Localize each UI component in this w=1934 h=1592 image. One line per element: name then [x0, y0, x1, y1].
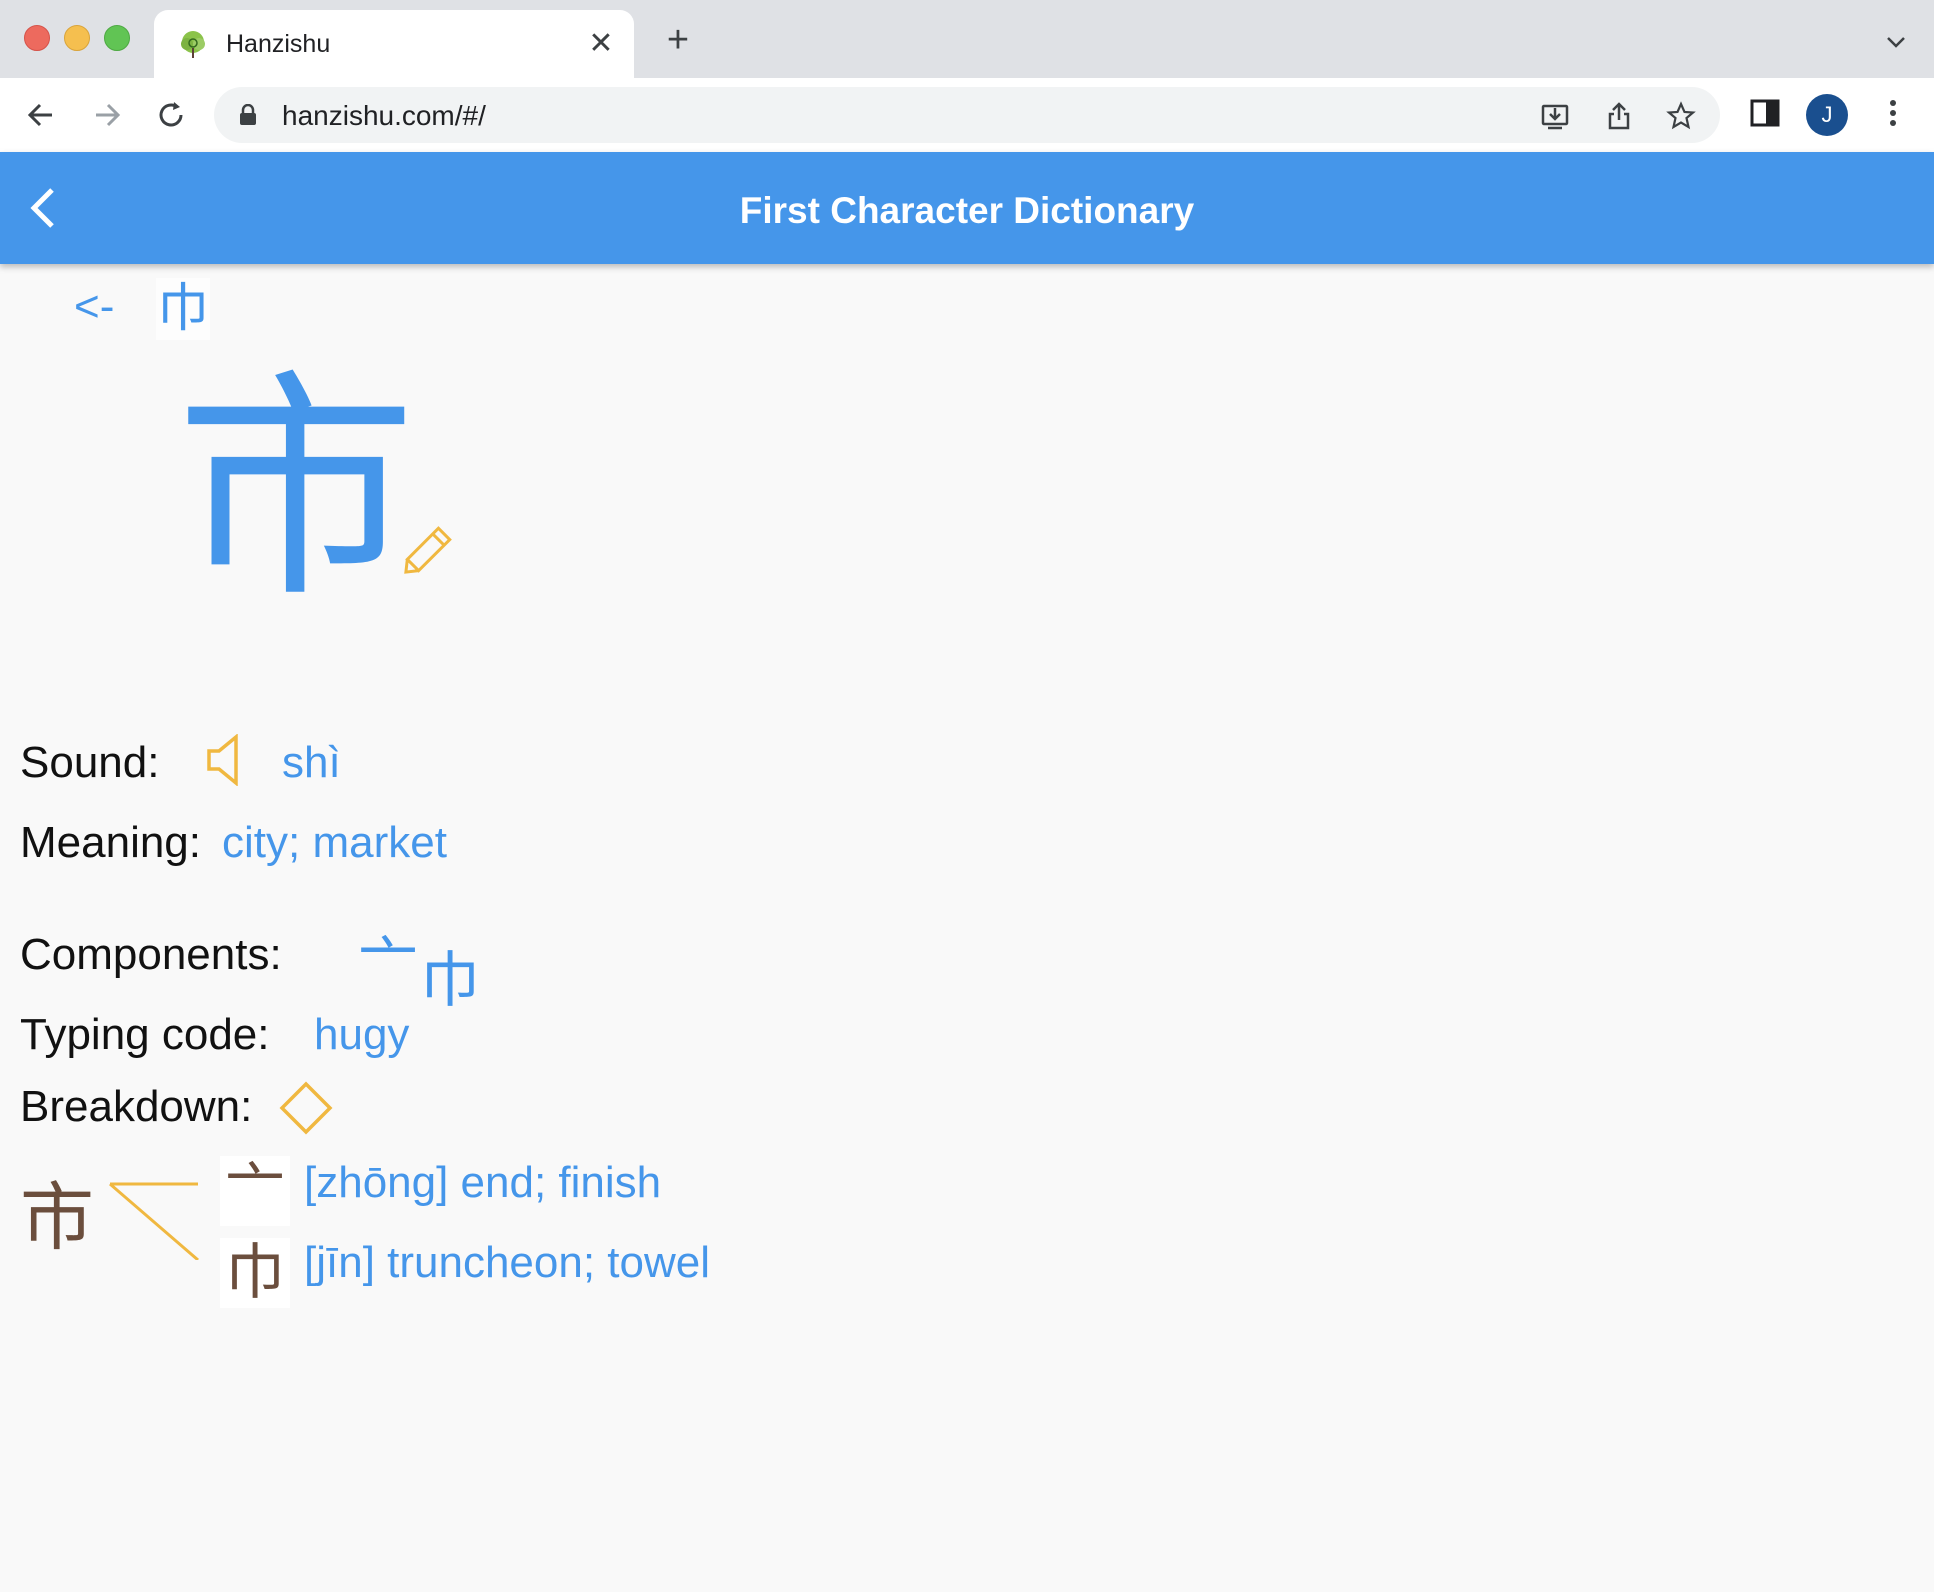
- profile-avatar[interactable]: J: [1806, 94, 1848, 136]
- components-label: Components:: [20, 930, 282, 979]
- tree-favicon-icon: [181, 31, 205, 58]
- sound-label: Sound:: [20, 738, 160, 787]
- component-char[interactable]: 巾: [420, 932, 480, 1019]
- meaning-value: city; market: [222, 818, 447, 867]
- component-char[interactable]: 亠: [358, 916, 418, 1003]
- diamond-icon[interactable]: [278, 1080, 334, 1136]
- install-app-icon[interactable]: [1540, 101, 1570, 131]
- pencil-icon[interactable]: [396, 524, 454, 582]
- breakdown-part-definition: [jīn] truncheon; towel: [304, 1238, 711, 1287]
- breakdown-part-char[interactable]: 巾: [220, 1238, 290, 1308]
- window-minimize-button[interactable]: [64, 25, 90, 51]
- typing-code-value: hugy: [314, 1010, 410, 1059]
- forward-arrow-icon[interactable]: [88, 96, 126, 134]
- breakdown-part-char[interactable]: 亠: [220, 1156, 290, 1226]
- breakdown-root-character: 市: [20, 1176, 94, 1259]
- meaning-label: Meaning:: [20, 818, 202, 867]
- previous-character-link[interactable]: 巾: [156, 278, 210, 340]
- breakdown-connector: [109, 1182, 199, 1260]
- tab-close-icon[interactable]: ✕: [584, 27, 618, 61]
- page-title: First Character Dictionary: [739, 190, 1195, 231]
- breakdown-label: Breakdown:: [20, 1082, 253, 1131]
- url-text[interactable]: hanzishu.com/#/: [282, 100, 486, 132]
- typing-code-label: Typing code:: [20, 1010, 270, 1059]
- chevron-down-icon[interactable]: [1884, 30, 1908, 54]
- window-close-button[interactable]: [24, 25, 50, 51]
- browser-tab-strip: Hanzishu ✕ +: [0, 0, 1934, 78]
- tab-title: Hanzishu: [226, 30, 331, 58]
- main-character: 市: [176, 356, 417, 624]
- reload-icon[interactable]: [152, 96, 190, 134]
- address-bar[interactable]: hanzishu.com/#/: [214, 87, 1720, 143]
- bookmark-star-icon[interactable]: [1666, 101, 1696, 131]
- speaker-icon[interactable]: [206, 734, 242, 786]
- back-arrow-icon[interactable]: [22, 96, 60, 134]
- browser-tab-hanzishu[interactable]: Hanzishu ✕: [154, 10, 634, 78]
- app-header: First Character Dictionary: [0, 152, 1934, 264]
- share-icon[interactable]: [1604, 101, 1634, 131]
- new-tab-button[interactable]: +: [660, 21, 696, 59]
- browser-toolbar: hanzishu.com/#/ J: [0, 78, 1934, 153]
- window-zoom-button[interactable]: [104, 25, 130, 51]
- breakdown-part-definition: [zhōng] end; finish: [304, 1158, 662, 1207]
- previous-character-arrow[interactable]: <-: [74, 282, 114, 332]
- more-vert-icon[interactable]: [1876, 96, 1910, 130]
- sound-value-link[interactable]: shì: [282, 738, 341, 788]
- side-panel-icon[interactable]: [1748, 96, 1782, 130]
- lock-icon[interactable]: [238, 104, 258, 126]
